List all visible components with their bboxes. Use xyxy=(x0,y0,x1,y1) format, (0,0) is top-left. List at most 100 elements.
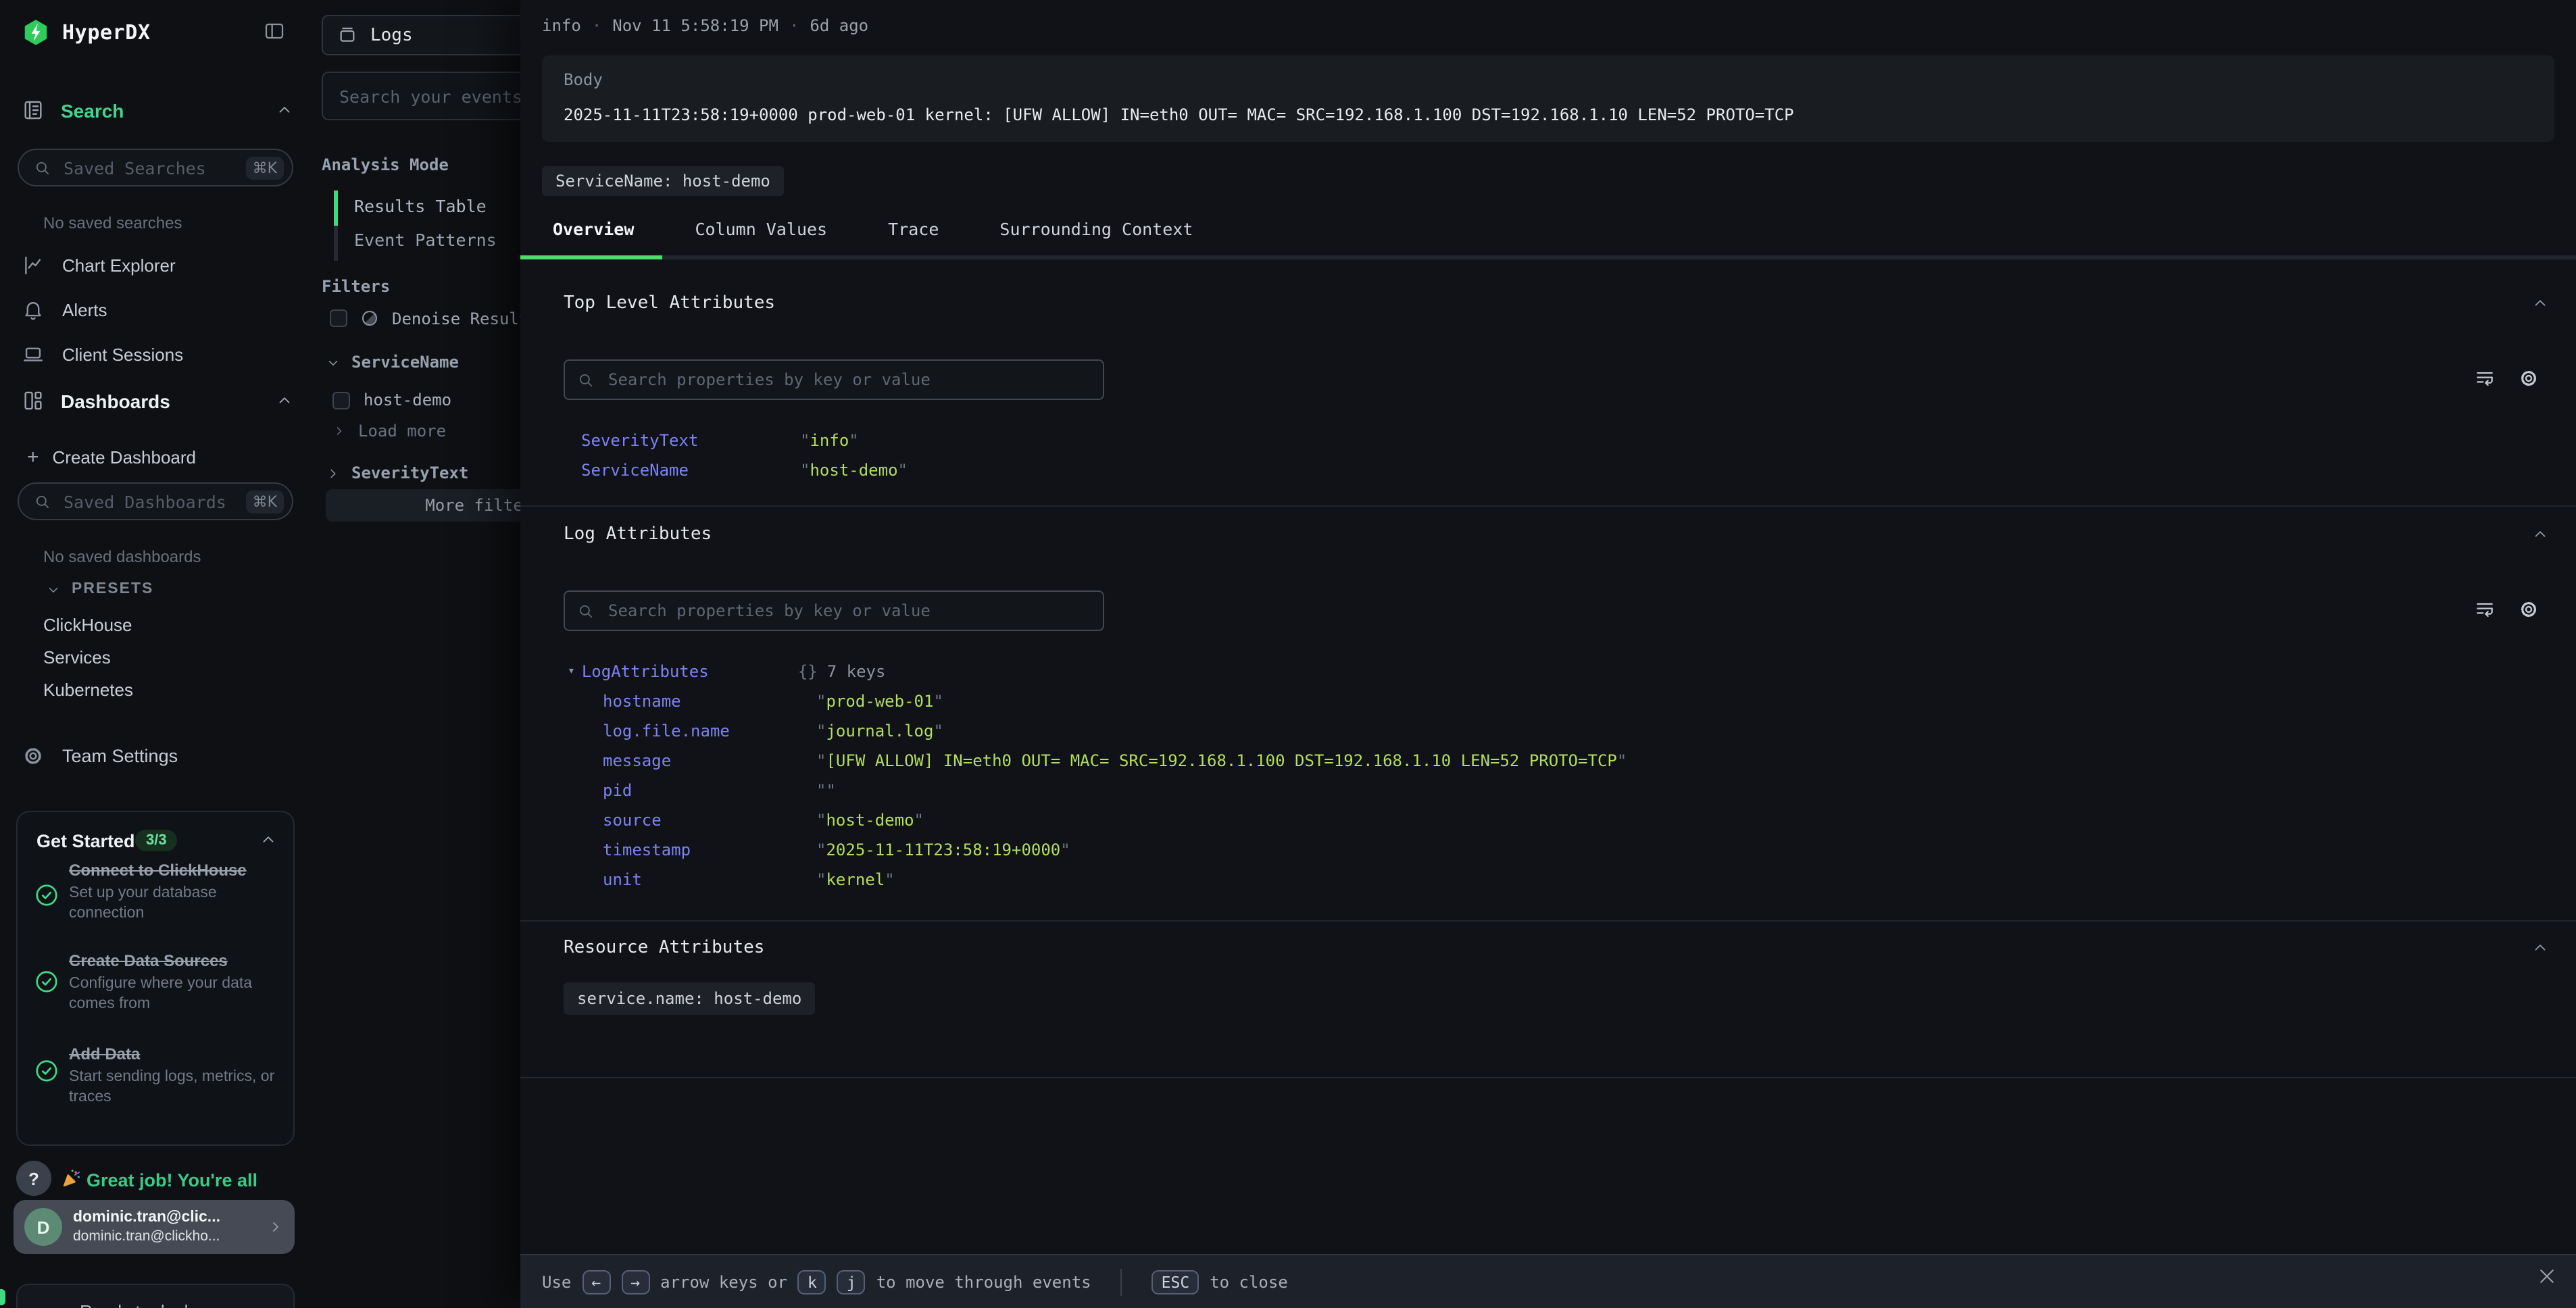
help-button[interactable]: ? xyxy=(16,1161,51,1196)
gear-icon[interactable] xyxy=(2518,368,2540,389)
facet-severitytext[interactable]: SeverityText xyxy=(326,463,468,482)
brand[interactable]: HyperDX xyxy=(22,18,151,47)
log-attributes-tree-root[interactable]: ▾ LogAttributes {} 7 keys xyxy=(568,662,885,681)
tab-trace[interactable]: Trace xyxy=(888,219,939,239)
chevron-up-icon[interactable] xyxy=(259,831,277,849)
attribute-key[interactable]: message xyxy=(603,751,816,770)
wrap-lines-icon[interactable] xyxy=(2473,368,2496,389)
attribute-key[interactable]: pid xyxy=(603,781,816,800)
close-icon[interactable] xyxy=(2537,1266,2557,1286)
search-icon xyxy=(34,159,51,176)
presets-toggle[interactable]: PRESETS xyxy=(46,581,153,597)
attribute-key[interactable]: hostname xyxy=(603,692,816,711)
wrap-lines-icon[interactable] xyxy=(2473,599,2496,620)
chevron-up-icon[interactable] xyxy=(2531,939,2549,957)
chevron-up-icon[interactable] xyxy=(2531,526,2549,543)
tree-caret-icon[interactable]: ▾ xyxy=(568,665,575,678)
create-dashboard-button[interactable]: + Create Dashboard xyxy=(27,446,196,469)
attribute-row[interactable]: source host-demo xyxy=(603,811,924,830)
tree-root-name[interactable]: LogAttributes xyxy=(582,662,798,681)
sidebar-item-alerts[interactable]: Alerts xyxy=(22,299,107,322)
saved-searches-input[interactable]: ⌘K xyxy=(18,149,293,186)
tab-surrounding-context[interactable]: Surrounding Context xyxy=(999,219,1193,239)
denoise-filter-row[interactable]: Denoise Results xyxy=(330,308,539,328)
get-started-item[interactable]: Add Data Start sending logs, metrics, or… xyxy=(69,1045,277,1107)
attribute-key[interactable]: log.file.name xyxy=(603,722,816,740)
attribute-value[interactable]: prod-web-01 xyxy=(816,692,943,711)
tab-column-values[interactable]: Column Values xyxy=(695,219,827,239)
tab-overview[interactable]: Overview xyxy=(553,219,634,239)
attribute-value[interactable]: [UFW ALLOW] IN=eth0 OUT= MAC= SRC=192.16… xyxy=(816,751,1627,770)
log-attrs-search-field[interactable] xyxy=(605,600,1091,622)
sidebar-section-search[interactable]: Search xyxy=(22,99,124,122)
j-key: j xyxy=(837,1269,866,1294)
resource-chip[interactable]: service.name: host-demo xyxy=(564,982,815,1015)
attribute-row[interactable]: SeverityText info xyxy=(581,431,859,450)
attribute-row[interactable]: hostname prod-web-01 xyxy=(603,692,943,711)
search-icon xyxy=(34,493,51,510)
preset-services[interactable]: Services xyxy=(43,647,111,668)
sidebar-item-client-sessions[interactable]: Client Sessions xyxy=(22,343,183,366)
event-search-input[interactable] xyxy=(322,72,551,120)
footer-text: Use xyxy=(542,1272,571,1291)
attribute-row[interactable]: message [UFW ALLOW] IN=eth0 OUT= MAC= SR… xyxy=(603,751,1627,770)
sidebar-collapse-icon[interactable] xyxy=(262,20,287,42)
chevron-up-icon[interactable] xyxy=(276,392,293,409)
source-select[interactable]: Logs xyxy=(322,15,538,55)
service-tag-chip[interactable]: ServiceName: host-demo xyxy=(542,166,784,196)
sidebar-item-label: Alerts xyxy=(62,300,107,320)
team-settings-label: Team Settings xyxy=(62,746,178,766)
load-more-link[interactable]: Load more xyxy=(332,422,446,441)
sidebar-section-dashboards[interactable]: Dashboards xyxy=(22,389,170,412)
top-level-search-field[interactable] xyxy=(605,369,1091,391)
mode-rail xyxy=(334,191,338,261)
attribute-value[interactable]: host-demo xyxy=(816,811,924,830)
facet-value-label: host-demo xyxy=(364,391,451,409)
footer-text: to move through events xyxy=(876,1272,1091,1291)
get-started-item[interactable]: Connect to ClickHouse Set up your databa… xyxy=(69,861,277,923)
top-level-search-input[interactable] xyxy=(564,359,1104,400)
chevron-up-icon[interactable] xyxy=(2531,295,2549,312)
sidebar-item-chart-explorer[interactable]: Chart Explorer xyxy=(22,254,176,277)
get-started-item[interactable]: Create Data Sources Configure where your… xyxy=(69,951,277,1013)
saved-searches-field[interactable] xyxy=(61,156,246,179)
log-attrs-search-input[interactable] xyxy=(564,590,1104,631)
task-desc: Set up your database connection xyxy=(69,884,277,924)
user-menu[interactable]: D dominic.tran@clic... dominic.tran@clic… xyxy=(14,1200,295,1254)
facet-servicename[interactable]: ServiceName xyxy=(326,353,459,372)
chevron-up-icon[interactable] xyxy=(276,101,293,119)
attribute-key[interactable]: source xyxy=(603,811,816,830)
log-attributes-title: Log Attributes xyxy=(564,524,712,545)
sidebar-item-team-settings[interactable]: Team Settings xyxy=(22,745,178,768)
facet-value-host-demo[interactable]: host-demo xyxy=(332,391,451,409)
attribute-row[interactable]: unit kernel xyxy=(603,870,895,889)
attribute-value[interactable]: kernel xyxy=(816,870,895,889)
attribute-row[interactable]: log.file.name journal.log xyxy=(603,722,943,740)
attribute-key[interactable]: SeverityText xyxy=(581,431,800,450)
attribute-value[interactable]: journal.log xyxy=(816,722,943,740)
attribute-key[interactable]: ServiceName xyxy=(581,461,800,480)
attribute-key[interactable]: timestamp xyxy=(603,840,816,859)
event-search-field[interactable] xyxy=(337,84,537,107)
attribute-value[interactable]: host-demo xyxy=(800,461,908,480)
attribute-value[interactable] xyxy=(816,781,836,800)
task-title: Connect to ClickHouse xyxy=(69,861,277,882)
preset-kubernetes[interactable]: Kubernetes xyxy=(43,680,133,700)
attribute-row[interactable]: pid xyxy=(603,781,836,800)
attribute-row[interactable]: timestamp 2025-11-11T23:58:19+0000 xyxy=(603,840,1070,859)
checkbox[interactable] xyxy=(332,391,350,409)
attribute-row[interactable]: ServiceName host-demo xyxy=(581,461,908,480)
saved-dashboards-input[interactable]: ⌘K xyxy=(18,482,293,520)
preset-clickhouse[interactable]: ClickHouse xyxy=(43,615,132,635)
attribute-key[interactable]: unit xyxy=(603,870,816,889)
task-desc: Configure where your data comes from xyxy=(69,975,277,1014)
gear-icon[interactable] xyxy=(2518,599,2540,620)
checkbox[interactable] xyxy=(330,309,347,327)
mode-results-table[interactable]: Results Table xyxy=(354,196,487,216)
attribute-value[interactable]: 2025-11-11T23:58:19+0000 xyxy=(816,840,1070,859)
deploy-note-card[interactable]: Ready to deploy on xyxy=(16,1284,295,1308)
attribute-value[interactable]: info xyxy=(800,431,859,450)
mode-event-patterns[interactable]: Event Patterns xyxy=(354,230,497,250)
active-tab-underline xyxy=(520,255,662,259)
saved-dashboards-field[interactable] xyxy=(61,490,246,513)
